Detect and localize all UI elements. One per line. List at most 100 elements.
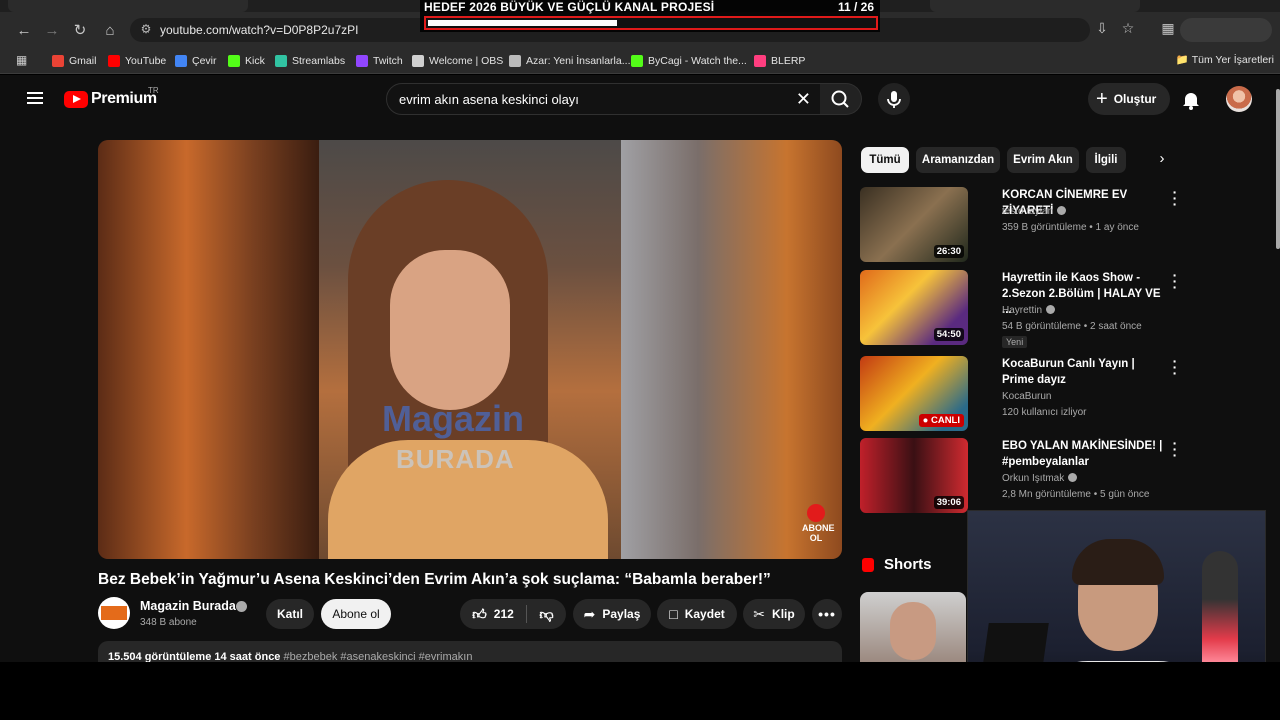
related-video[interactable]: 26:30 KORCAN CİNEMRE EV ZİYARETİ testo t… [860, 185, 1190, 265]
video-title: Bez Bebek’in Yağmur’u Asena Keskinci’den… [98, 571, 771, 588]
share-button[interactable]: ➦ Paylaş [573, 599, 651, 629]
apps-grid-icon[interactable]: ▦ [16, 53, 30, 67]
stream-goal-count: 11 / 26 [837, 0, 874, 14]
channel-name[interactable]: Magazin Burada [140, 599, 236, 613]
save-button[interactable]: □ Kaydet [657, 599, 737, 629]
more-horizontal-icon: ••• [818, 606, 836, 622]
thumbs-down-icon: 👎︎ [539, 605, 554, 622]
bookmark-label: Gmail [69, 55, 97, 67]
profile-chip[interactable] [1180, 18, 1272, 42]
home-icon[interactable]: ⌂ [100, 20, 120, 40]
live-label: CANLI [930, 415, 960, 426]
save-label: Kaydet [684, 607, 725, 621]
install-app-icon[interactable]: ⇩ [1092, 20, 1112, 40]
back-icon[interactable]: ← [14, 20, 34, 40]
dislike-button[interactable]: 👎︎ [527, 599, 566, 629]
related-meta: 2,8 Mn görüntüleme • 5 gün önce [1002, 489, 1150, 500]
video-thumbnail[interactable]: 26:30 [860, 187, 968, 262]
related-channel[interactable]: Orkun Işıtmak [1002, 473, 1064, 484]
site-info-icon[interactable]: ⚙ [138, 22, 154, 38]
bookmark-label: ByCagi - Watch the... [648, 55, 747, 67]
related-video[interactable]: ● CANLI KocaBurun Canlı Yayın | Prime da… [860, 354, 1190, 434]
channel-avatar[interactable] [98, 597, 130, 629]
video-thumbnail[interactable]: 54:50 [860, 270, 968, 345]
related-channel[interactable]: KocaBurun [1002, 391, 1051, 402]
bookmark-item[interactable]: ByCagi - Watch the... [631, 53, 747, 69]
bookmark-label: YouTube [125, 55, 167, 67]
related-video[interactable]: 39:06 EBO YALAN MAKİNESİNDE! | #pembeyal… [860, 436, 1190, 516]
search-button[interactable] [820, 83, 862, 115]
video-duration: 54:50 [933, 328, 964, 341]
chip-from-search[interactable]: Aramanızdan [916, 147, 1000, 173]
subscribe-button[interactable]: Abone ol [321, 599, 391, 629]
bookmark-item[interactable]: Twitch [356, 53, 403, 69]
bookmark-label: Kick [245, 55, 265, 67]
short-thumbnail[interactable] [860, 592, 966, 662]
like-button[interactable]: 👍︎ 212 [460, 599, 526, 629]
related-channel[interactable]: Hayrettin [1002, 305, 1042, 316]
chip-all[interactable]: Tümü [861, 147, 909, 173]
kebab-menu-icon[interactable]: · · · [1170, 436, 1180, 462]
bookmark-favicon-icon [509, 55, 521, 67]
chevron-right-icon[interactable]: › [1152, 150, 1172, 170]
bookmark-item[interactable]: BLERP [754, 53, 805, 69]
chip-related[interactable]: İlgili [1086, 147, 1126, 173]
bookmark-item[interactable]: Welcome | OBS [412, 53, 503, 69]
related-channel[interactable]: testo taylan [1002, 206, 1053, 217]
more-actions-button[interactable]: ••• [812, 599, 842, 629]
video-thumbnail[interactable]: ● CANLI [860, 356, 968, 431]
extensions-icon[interactable]: ▦ [1158, 20, 1178, 40]
stream-goal-progress-fill [428, 20, 617, 26]
kebab-menu-icon[interactable]: · · · [1170, 268, 1180, 294]
join-button[interactable]: Katıl [266, 599, 314, 629]
bookmark-item[interactable]: Gmail [52, 53, 96, 69]
bookmark-item[interactable]: Kick [228, 53, 265, 69]
bookmark-favicon-icon [754, 55, 766, 67]
stream-goal-progress-bar [424, 16, 878, 30]
verified-icon [1068, 473, 1078, 482]
bookmark-favicon-icon [175, 55, 187, 67]
bookmark-star-icon[interactable]: ☆ [1118, 20, 1138, 40]
kebab-menu-icon[interactable]: · · · [1170, 185, 1180, 211]
voice-search-button[interactable] [878, 83, 910, 115]
bookmark-item[interactable]: Azar: Yeni İnsanlarla... [509, 53, 630, 69]
clip-button[interactable]: ✂ Klip [743, 599, 805, 629]
bookmark-favicon-icon [275, 55, 287, 67]
video-watermark-burada: BURADA [396, 444, 515, 474]
related-video[interactable]: 54:50 Hayrettin ile Kaos Show - 2.Sezon … [860, 268, 1190, 348]
video-blur-right [621, 140, 842, 559]
plus-icon: + [1096, 88, 1108, 110]
search-query: evrim akın asena keskinci olayı [399, 92, 579, 107]
bookmark-item[interactable]: YouTube [108, 53, 166, 69]
channel-subscribers: 348 B abone [140, 617, 197, 628]
notifications-bell-icon[interactable] [1180, 89, 1202, 111]
browser-tab[interactable] [930, 0, 1140, 12]
like-count: 212 [493, 607, 514, 621]
user-avatar[interactable] [1226, 86, 1252, 112]
youtube-play-icon [64, 91, 88, 108]
youtube-premium-logo[interactable]: Premium TR [64, 86, 164, 109]
all-bookmarks-folder[interactable]: 📁 Tüm Yer İşaretleri [1176, 53, 1274, 66]
bookmark-favicon-icon [631, 55, 643, 67]
video-thumbnail[interactable]: 39:06 [860, 438, 968, 513]
chip-evrim-akin[interactable]: Evrim Akın [1007, 147, 1079, 173]
clear-search-icon[interactable]: ✕ [796, 89, 811, 110]
scrollbar-thumb[interactable] [1276, 89, 1280, 249]
page-scrollbar[interactable] [1276, 75, 1280, 662]
subscribe-badge-icon [807, 504, 825, 522]
kebab-menu-icon[interactable]: · · · [1170, 354, 1180, 380]
search-input[interactable]: evrim akın asena keskinci olayı ✕ [386, 83, 822, 115]
bookmark-item[interactable]: Streamlabs [275, 53, 345, 69]
video-duration: 26:30 [933, 245, 964, 258]
reload-icon[interactable]: ↻ [70, 20, 90, 40]
bookmark-label: Streamlabs [292, 55, 346, 67]
browser-tab[interactable] [8, 0, 248, 12]
video-player[interactable]: Magazin BURADA ABONE OL [98, 140, 842, 559]
hamburger-menu-icon[interactable] [24, 87, 46, 109]
forward-icon[interactable]: → [42, 20, 62, 40]
create-button[interactable]: + Oluştur [1088, 83, 1170, 115]
verified-icon [1057, 206, 1067, 215]
bookmark-item[interactable]: Çevir [175, 53, 217, 69]
subscribe-badge-overlay[interactable]: ABONE OL [802, 504, 835, 543]
bookmarks-bar: ▦ Gmail YouTube Çevir Kick Streamlabs Twitch W… [0, 48, 1280, 74]
